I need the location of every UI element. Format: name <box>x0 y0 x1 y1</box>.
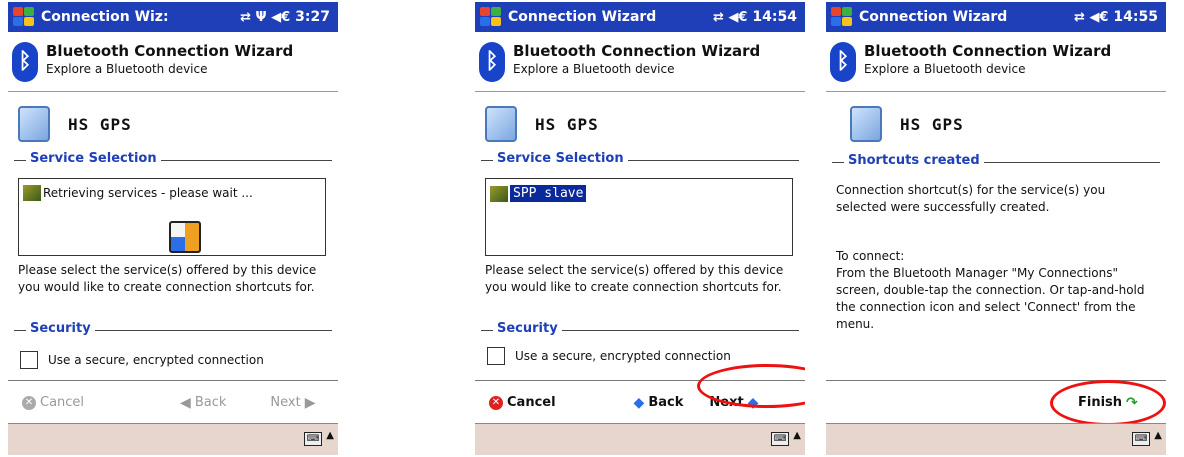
group-label: Service Selection <box>26 151 161 166</box>
checkbox-box[interactable] <box>20 351 38 369</box>
windows-start-icon[interactable] <box>11 5 37 29</box>
clock[interactable]: 3:27 <box>295 9 330 25</box>
cancel-icon: ✕ <box>489 395 503 410</box>
service-icon <box>490 185 508 202</box>
windows-start-icon[interactable] <box>478 5 504 29</box>
wizard-screen-finished: Connection Wizard ⇄ ◀€ 14:55 ᛒ Bluetooth… <box>826 2 1166 455</box>
cancel-button[interactable]: ✕ Cancel <box>22 395 84 410</box>
list-item[interactable]: SPP slave <box>490 185 587 202</box>
window-title: Connection Wizard <box>859 9 1008 25</box>
instructions: To connect: From the Bluetooth Manager "… <box>836 249 1145 331</box>
clock[interactable]: 14:54 <box>752 9 797 25</box>
wizard-subtitle: Explore a Bluetooth device <box>46 62 208 76</box>
checkbox-label: Use a secure, encrypted connection <box>515 349 731 363</box>
list-item: Retrieving services - please wait ... <box>23 185 253 201</box>
input-panel-bar: ⌨ ▲ <box>826 423 1166 455</box>
clock[interactable]: 14:55 <box>1113 9 1158 25</box>
cancel-label: Cancel <box>40 395 85 410</box>
back-button[interactable]: ◆ Back <box>630 395 684 411</box>
cancel-button[interactable]: ✕ Cancel <box>489 395 556 410</box>
group-label: Security <box>26 321 95 336</box>
service-list[interactable]: Retrieving services - please wait ... <box>18 178 326 256</box>
bluetooth-icon: ᛒ <box>830 42 856 82</box>
wizard-title: Bluetooth Connection Wizard <box>513 42 761 60</box>
next-label: Next <box>270 395 301 410</box>
sip-up-arrow-icon[interactable]: ▲ <box>1154 430 1162 441</box>
cancel-label: Cancel <box>507 395 556 410</box>
secure-connection-checkbox[interactable]: Use a secure, encrypted connection <box>20 351 264 369</box>
device-name: HS GPS <box>535 114 599 134</box>
input-panel-bar: ⌨ ▲ <box>8 423 338 455</box>
next-button[interactable]: Next ▶ <box>270 395 319 411</box>
windows-start-icon[interactable] <box>829 5 855 29</box>
sip-up-arrow-icon[interactable]: ▲ <box>793 430 801 441</box>
keyboard-icon[interactable]: ⌨ <box>304 432 322 446</box>
security-group: Security <box>14 321 332 336</box>
status-icons[interactable]: ⇄ Ψ ◀€ <box>240 10 290 25</box>
bluetooth-icon: ᛒ <box>12 42 38 82</box>
description: Please select the service(s) offered by … <box>18 263 317 294</box>
device-row: HS GPS <box>485 106 599 142</box>
sip-up-arrow-icon[interactable]: ▲ <box>326 430 334 441</box>
wizard-header: ᛒ Bluetooth Connection Wizard Explore a … <box>826 36 1166 92</box>
device-row: HS GPS <box>18 106 132 142</box>
back-arrow-icon: ◀ <box>180 394 191 411</box>
wizard-header: ᛒ Bluetooth Connection Wizard Explore a … <box>475 36 805 92</box>
back-label: Back <box>194 395 227 410</box>
keyboard-icon[interactable]: ⌨ <box>771 432 789 446</box>
group-label: Security <box>493 321 562 336</box>
wizard-title: Bluetooth Connection Wizard <box>864 42 1112 60</box>
group-label: Shortcuts created <box>844 153 984 168</box>
back-label: Back <box>648 395 684 410</box>
wizard-title: Bluetooth Connection Wizard <box>46 42 294 60</box>
back-arrow-icon: ◆ <box>633 394 645 411</box>
wizard-subtitle: Explore a Bluetooth device <box>513 62 675 76</box>
group-label: Service Selection <box>493 151 628 166</box>
keyboard-icon[interactable]: ⌨ <box>1132 432 1150 446</box>
highlight-annotation <box>1050 380 1166 426</box>
busy-icon <box>169 221 201 253</box>
status-icons[interactable]: ⇄ ◀€ <box>713 10 747 25</box>
service-list[interactable]: SPP slave <box>485 178 793 256</box>
service-selection-group: Service Selection <box>14 151 332 166</box>
device-icon <box>850 106 882 142</box>
wizard-subtitle: Explore a Bluetooth device <box>864 62 1026 76</box>
back-button[interactable]: ◀ Back <box>176 395 226 411</box>
cancel-icon: ✕ <box>22 395 36 410</box>
device-icon <box>485 106 517 142</box>
service-selection-group: Service Selection <box>481 151 799 166</box>
success-message: Connection shortcut(s) for the service(s… <box>836 183 1106 214</box>
list-item-label[interactable]: SPP slave <box>510 185 587 202</box>
title-bar: Connection Wizard ⇄ ◀€ 14:55 <box>826 2 1166 32</box>
service-icon <box>23 185 41 201</box>
device-icon <box>18 106 50 142</box>
shortcuts-group: Shortcuts created <box>832 153 1160 168</box>
input-panel-bar: ⌨ ▲ <box>475 423 805 455</box>
status-icons[interactable]: ⇄ ◀€ <box>1074 10 1108 25</box>
device-row: HS GPS <box>850 106 964 142</box>
checkbox-label: Use a secure, encrypted connection <box>48 353 264 367</box>
next-arrow-icon: ▶ <box>304 394 316 411</box>
bluetooth-icon: ᛒ <box>479 42 505 82</box>
wizard-header: ᛒ Bluetooth Connection Wizard Explore a … <box>8 36 338 92</box>
checkbox-box[interactable] <box>487 347 505 365</box>
device-name: HS GPS <box>900 114 964 134</box>
list-item-label: Retrieving services - please wait ... <box>43 186 253 200</box>
command-bar: ✕ Cancel ◀ Back Next ▶ <box>8 380 338 424</box>
secure-connection-checkbox[interactable]: Use a secure, encrypted connection <box>487 347 731 365</box>
title-bar: Connection Wizard ⇄ ◀€ 14:54 <box>475 2 805 32</box>
title-bar: Connection Wiz: ⇄ Ψ ◀€ 3:27 <box>8 2 338 32</box>
security-group: Security <box>481 321 799 336</box>
wizard-screen-services: Connection Wizard ⇄ ◀€ 14:54 ᛒ Bluetooth… <box>475 2 805 455</box>
wizard-screen-retrieving: Connection Wiz: ⇄ Ψ ◀€ 3:27 ᛒ Bluetooth … <box>8 2 338 455</box>
window-title: Connection Wizard <box>508 9 657 25</box>
device-name: HS GPS <box>68 114 132 134</box>
window-title: Connection Wiz: <box>41 9 169 25</box>
description: Please select the service(s) offered by … <box>485 263 784 294</box>
